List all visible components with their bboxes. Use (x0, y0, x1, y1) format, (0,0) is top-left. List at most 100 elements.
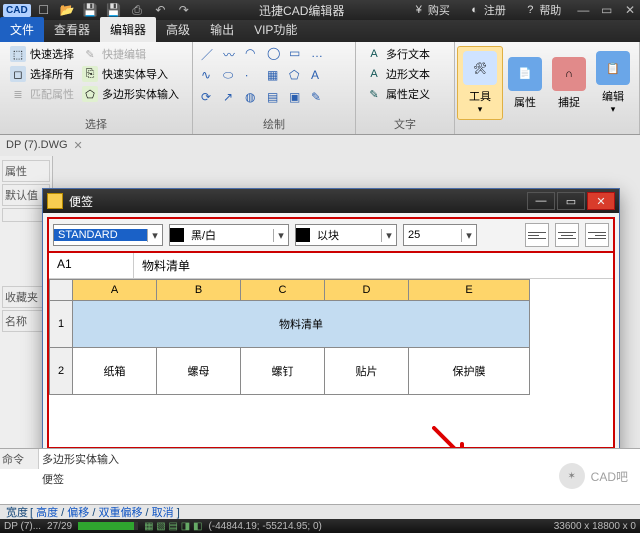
note-icon (47, 193, 63, 209)
style-combo[interactable]: STANDARD▾ (53, 224, 163, 246)
align-left-icon[interactable] (525, 223, 549, 247)
redo-icon[interactable]: ↷ (176, 2, 192, 18)
polygon-input[interactable]: ⬠多边形实体输入 (78, 84, 183, 104)
tab-advanced[interactable]: 高级 (156, 17, 200, 42)
group-draw-label: 绘制 (199, 114, 349, 132)
panel-props[interactable]: 属性 (2, 160, 50, 182)
stat-offset[interactable]: 偏移 (67, 507, 89, 519)
open-icon[interactable]: 📂 (59, 2, 75, 18)
cell-E2[interactable]: 保护膜 (409, 348, 530, 395)
cell-B2[interactable]: 螺母 (157, 348, 241, 395)
file-close-icon[interactable]: ✕ (74, 139, 83, 152)
props-button[interactable]: 📄属性 (503, 47, 547, 119)
dialog-max-icon[interactable]: ▭ (557, 192, 585, 210)
col-B[interactable]: B (157, 280, 241, 301)
dialog-title: 便签 (69, 193, 525, 210)
edit-button[interactable]: 📋编辑▾ (591, 47, 635, 119)
group-text-label: 文字 (362, 114, 448, 132)
bottom-file: DP (7)... (4, 521, 41, 532)
row-1[interactable]: 1 (50, 301, 73, 348)
paint-icon[interactable]: ✎ (311, 90, 331, 110)
align-center-icon[interactable] (555, 223, 579, 247)
block-combo[interactable]: 以块▾ (295, 224, 397, 246)
stat-double[interactable]: 双重偏移 (98, 507, 142, 519)
save-icon[interactable]: 💾 (82, 2, 98, 18)
image-icon[interactable]: ▤ (267, 90, 287, 110)
polygon-icon[interactable]: ⬠ (289, 68, 309, 88)
command-label: 命令 (0, 449, 39, 469)
bottom-coords: (-44844.19; -55214.95; 0) (208, 521, 321, 532)
dialog-close-icon[interactable]: ✕ (587, 192, 615, 210)
file-tab[interactable]: DP (7).DWG✕ (0, 135, 640, 155)
entity-import[interactable]: ⎘快速实体导入 (78, 64, 172, 84)
polyline-icon[interactable]: 〰 (223, 46, 243, 66)
tab-file[interactable]: 文件 (0, 17, 44, 42)
dialog-min-icon[interactable]: — (527, 192, 555, 210)
quick-edit: ✎快捷编辑 (78, 44, 150, 64)
tab-editor[interactable]: 编辑器 (100, 17, 156, 42)
donut-icon[interactable]: ◍ (245, 90, 265, 110)
hatch-icon[interactable]: ▦ (267, 68, 287, 88)
col-D[interactable]: D (325, 280, 409, 301)
cell-reference[interactable]: A1 (49, 253, 134, 278)
undo-icon[interactable]: ↶ (152, 2, 168, 18)
cell-value[interactable]: 物料清单 (134, 253, 613, 278)
ribbon: ⬚快速选择 ✎快捷编辑 ◻选择所有 ⎘快速实体导入 ≣匹配属性 ⬠多边形实体输入… (0, 42, 640, 135)
stat-height[interactable]: 高度 (36, 507, 58, 519)
maximize-icon[interactable]: ▭ (597, 3, 617, 17)
note-dialog: 便签 — ▭ ✕ STANDARD▾ 黑/白▾ 以块▾ 25▾ A1 物料清单 (42, 188, 620, 490)
table[interactable]: A B C D E 1物料清单 2 纸箱 螺母 螺钉 贴片 保护膜 (49, 279, 613, 395)
quick-select[interactable]: ⬚快速选择 (6, 44, 78, 64)
attr-def[interactable]: ✎属性定义 (362, 84, 448, 104)
progress-bar (78, 522, 138, 530)
cell-D2[interactable]: 贴片 (325, 348, 409, 395)
match-props: ≣匹配属性 (6, 84, 78, 104)
sheet: A1 物料清单 A B C D E 1物料清单 2 纸箱 螺母 (47, 253, 615, 449)
new-icon[interactable]: ☐ (36, 2, 52, 18)
ray-icon[interactable]: ↗ (223, 90, 243, 110)
arc-icon[interactable]: ◠ (245, 46, 265, 66)
stat-cancel[interactable]: 取消 (152, 507, 174, 519)
align-right-icon[interactable] (585, 223, 609, 247)
tools-button[interactable]: 🛠工具▾ (457, 46, 503, 120)
color-combo[interactable]: 黑/白▾ (169, 224, 289, 246)
ellipse-icon[interactable]: ⬭ (223, 68, 243, 88)
col-A[interactable]: A (73, 280, 157, 301)
multiline-text[interactable]: A多行文本 (362, 44, 448, 64)
tab-output[interactable]: 输出 (200, 17, 244, 42)
app-badge: CAD (3, 4, 31, 17)
register-link[interactable]: ◐ 注册 (471, 2, 512, 18)
num-combo[interactable]: 25▾ (403, 224, 477, 246)
print-icon[interactable]: ⎙ (129, 2, 145, 18)
rect-icon[interactable]: ▭ (289, 46, 309, 66)
col-C[interactable]: C (241, 280, 325, 301)
dialog-toolbar: STANDARD▾ 黑/白▾ 以块▾ 25▾ (47, 217, 615, 253)
col-E[interactable]: E (409, 280, 530, 301)
block-icon[interactable]: ▣ (289, 90, 309, 110)
menu-bar: 文件 查看器 编辑器 高级 输出 VIP功能 (0, 20, 640, 42)
more-icon[interactable]: … (311, 46, 331, 66)
saveall-icon[interactable]: 💾 (106, 2, 122, 18)
select-all[interactable]: ◻选择所有 (6, 64, 78, 84)
rev-icon[interactable]: ⟳ (201, 90, 221, 110)
command-panel: 命令 多边形实体输入 便签 (0, 448, 640, 505)
tab-viewer[interactable]: 查看器 (44, 17, 100, 42)
text-icon[interactable]: A (311, 68, 331, 88)
tab-vip[interactable]: VIP功能 (244, 17, 307, 42)
row-2[interactable]: 2 (50, 348, 73, 395)
spline-icon[interactable]: ∿ (201, 68, 221, 88)
close-icon[interactable]: ✕ (620, 3, 640, 17)
swatch-icon (170, 228, 184, 242)
buy-link[interactable]: ¥ 购买 (416, 2, 456, 18)
help-link[interactable]: ? 帮助 (527, 2, 567, 18)
point-icon[interactable]: ∙ (245, 68, 265, 88)
bottom-dims: 33600 x 18800 x 0 (554, 521, 636, 532)
cell-A2[interactable]: 纸箱 (73, 348, 157, 395)
capture-button[interactable]: ∩捕捉 (547, 47, 591, 119)
minimize-icon[interactable]: — (573, 3, 593, 17)
circle-icon[interactable]: ◯ (267, 46, 287, 66)
cell-title[interactable]: 物料清单 (73, 301, 530, 348)
border-text[interactable]: A边形文本 (362, 64, 448, 84)
line-icon[interactable]: ／ (201, 46, 221, 66)
cell-C2[interactable]: 螺钉 (241, 348, 325, 395)
